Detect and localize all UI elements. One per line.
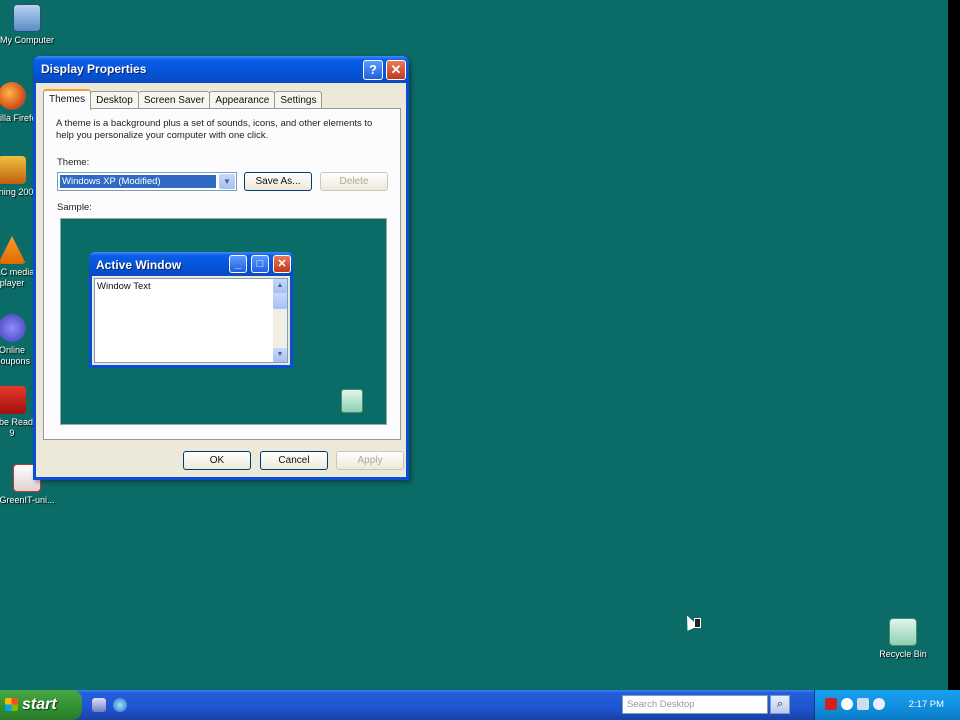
sample-window-title: Active Window: [96, 258, 182, 272]
delete-button[interactable]: Delete: [320, 172, 388, 191]
desktop-icon-label: Recycle Bin: [879, 649, 927, 659]
vlc-icon: [0, 236, 26, 264]
tab-desktop[interactable]: Desktop: [90, 91, 139, 109]
themes-description: A theme is a background plus a set of so…: [56, 118, 373, 141]
sample-window-text: Window Text: [97, 281, 151, 292]
tab-appearance[interactable]: Appearance: [209, 91, 276, 109]
theme-label: Theme:: [57, 157, 90, 168]
ati-icon[interactable]: [825, 698, 837, 710]
adobe-reader-icon: [0, 386, 26, 414]
ok-button[interactable]: OK: [183, 451, 251, 470]
display-properties-dialog: Display Properties ? ✕ Themes Desktop Sc…: [33, 56, 409, 480]
help-icon: ?: [369, 62, 377, 77]
firefox-icon: [0, 82, 26, 110]
speaker-icon[interactable]: [857, 698, 869, 710]
sample-active-window: Active Window _ □ ✕ Window Text ▲ ▼: [89, 252, 293, 368]
chevron-down-icon[interactable]: ▼: [219, 174, 235, 189]
search-desktop-input[interactable]: Search Desktop: [622, 695, 768, 714]
start-button[interactable]: start: [0, 690, 82, 720]
taskbar: start Search Desktop ⌕ 2:17 PM: [0, 690, 960, 720]
dialog-title: Display Properties: [41, 62, 147, 76]
dialog-titlebar[interactable]: Display Properties ? ✕: [33, 56, 409, 83]
tab-themes[interactable]: Themes: [43, 89, 92, 110]
device-icon[interactable]: [873, 698, 885, 710]
scroll-thumb: [273, 293, 287, 309]
themes-panel: A theme is a background plus a set of so…: [43, 108, 401, 440]
theme-sample-preview: Active Window _ □ ✕ Window Text ▲ ▼: [60, 218, 387, 425]
recycle-bin-icon: [889, 618, 917, 646]
network-icon[interactable]: [841, 698, 853, 710]
sample-label: Sample:: [57, 202, 92, 213]
theme-dropdown-value: Windows XP (Modified): [60, 175, 216, 188]
help-button[interactable]: ?: [363, 60, 383, 80]
tab-strip: Themes Desktop Screen Saver Appearance S…: [43, 89, 323, 110]
desktop-icon-recycle-bin[interactable]: Recycle Bin: [868, 618, 938, 660]
minimize-icon: _: [229, 255, 247, 273]
hourglass-icon: [694, 618, 701, 628]
close-icon: ✕: [273, 255, 291, 273]
desktop-icon-label: My Computer: [0, 35, 54, 45]
maximize-icon: □: [251, 255, 269, 273]
recycle-bin-icon: [341, 389, 363, 413]
tab-screen-saver[interactable]: Screen Saver: [137, 91, 211, 109]
close-button[interactable]: ✕: [386, 60, 406, 80]
scroll-down-icon: ▼: [273, 348, 287, 362]
start-label: start: [22, 696, 57, 713]
show-desktop-icon[interactable]: [92, 698, 106, 712]
sample-window-titlebar: Active Window _ □ ✕: [89, 252, 293, 276]
tab-settings[interactable]: Settings: [274, 91, 323, 109]
theme-dropdown[interactable]: Windows XP (Modified) ▼: [57, 172, 237, 191]
cancel-button[interactable]: Cancel: [260, 451, 328, 470]
windows-logo-icon: [5, 698, 18, 711]
sample-window-body: Window Text ▲ ▼: [94, 278, 288, 363]
save-as-button[interactable]: Save As...: [244, 172, 312, 191]
online-coupons-icon: [0, 314, 26, 342]
clock[interactable]: 2:17 PM: [909, 699, 944, 710]
computer-icon: [13, 4, 41, 32]
desktop-icon-my-computer[interactable]: My Computer: [0, 4, 62, 46]
system-tray: 2:17 PM: [814, 690, 960, 720]
search-icon[interactable]: ⌕: [770, 695, 790, 714]
scroll-up-icon: ▲: [273, 279, 287, 293]
screen-edge-bar: [948, 0, 960, 690]
internet-explorer-icon[interactable]: [113, 698, 127, 712]
apply-button[interactable]: Apply: [336, 451, 404, 470]
sample-scrollbar: ▲ ▼: [273, 279, 287, 362]
turning-icon: [0, 156, 26, 184]
desktop-icon-label: GreenIT-uni...: [0, 495, 55, 505]
close-icon: ✕: [390, 62, 402, 77]
